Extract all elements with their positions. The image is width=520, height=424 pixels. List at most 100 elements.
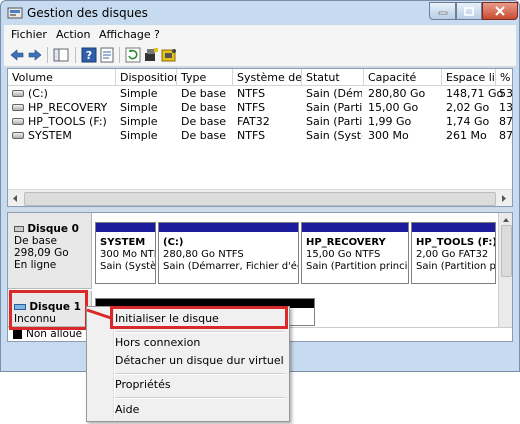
volume-capacity: 15,00 Go <box>368 101 419 114</box>
volume-filesystem: NTFS <box>237 129 266 142</box>
menu-item-properties[interactable]: Propriétés <box>115 378 171 391</box>
volume-free-space: 2,02 Go <box>446 101 490 114</box>
menu-affichage[interactable]: Affichage <box>99 28 151 41</box>
menu-separator <box>115 331 285 333</box>
partition-size: 15,00 Go NTFS <box>306 249 381 260</box>
partition-hp-recovery[interactable]: HP_RECOVERY 15,00 Go NTFS Sain (Partitio… <box>301 222 409 284</box>
volume-filesystem: NTFS <box>237 87 266 100</box>
maximize-icon <box>464 6 474 16</box>
partition-name: (C:) <box>163 237 184 248</box>
volume-filesystem: NTFS <box>237 101 266 114</box>
partition-bar <box>412 223 495 232</box>
volume-name: HP_RECOVERY <box>28 101 108 114</box>
rescan-disks-icon[interactable] <box>143 47 159 63</box>
initialize-highlight-box <box>110 306 288 329</box>
volume-layout: Simple <box>120 115 158 128</box>
toolbar-separator <box>47 47 48 63</box>
volume-percent-free: 13 <box>499 101 513 114</box>
volume-type: De base <box>181 129 226 142</box>
partition-size: 280,80 Go NTFS <box>163 249 244 260</box>
volume-status: Sain (Dém... <box>306 87 362 100</box>
menu-item-help[interactable]: Aide <box>115 403 139 416</box>
partition-system[interactable]: SYSTEM 300 Mo NTF Sain (Systè <box>95 222 156 284</box>
partition-size: 300 Mo NTF <box>100 249 156 260</box>
volume-status: Sain (Parti... <box>306 101 362 114</box>
menu-item-detach-vhd[interactable]: Détacher un disque dur virtuel <box>115 354 284 367</box>
column-header-type[interactable]: Type <box>177 69 233 86</box>
forward-arrow-icon[interactable] <box>27 47 43 63</box>
partition-bar <box>159 223 298 232</box>
volume-icon <box>12 104 24 111</box>
close-button[interactable] <box>482 2 518 20</box>
volume-status: Sain (Systè... <box>306 129 362 142</box>
partition-status: Sain (Systè <box>100 261 156 272</box>
minimize-icon <box>438 11 447 15</box>
menu-item-offline[interactable]: Hors connexion <box>115 336 200 349</box>
scroll-left-icon[interactable] <box>11 194 19 203</box>
volume-list: Volume Disposition Type Système de ... S… <box>7 68 513 207</box>
scroll-up-icon[interactable] <box>502 216 510 223</box>
toolbar: ? <box>4 44 516 67</box>
volume-icon <box>12 132 24 139</box>
volume-name: SYSTEM <box>28 129 72 142</box>
scroll-thumb[interactable] <box>24 192 496 206</box>
menu-action[interactable]: Action <box>56 28 90 41</box>
window-title: Gestion des disques <box>27 6 148 20</box>
volume-name: HP_TOOLS (F:) <box>28 115 107 128</box>
column-header-volume[interactable]: Volume <box>8 69 116 86</box>
disk-0-type: De base <box>14 235 57 247</box>
disk-0-name: Disque 0 <box>27 223 79 235</box>
column-header-filesystem[interactable]: Système de ... <box>233 69 302 86</box>
partition-name: HP_RECOVERY <box>306 237 386 248</box>
volume-layout: Simple <box>120 101 158 114</box>
console-tree-icon[interactable] <box>53 47 69 63</box>
vertical-scrollbar[interactable] <box>498 213 512 341</box>
title-bar[interactable]: Gestion des disques <box>1 1 519 25</box>
volume-capacity: 280,80 Go <box>368 87 426 100</box>
volume-free-space: 261 Mo <box>446 129 487 142</box>
maximize-button[interactable] <box>456 2 482 20</box>
partition-status: Sain (Partition principa <box>306 261 409 272</box>
partition-status: Sain (Partition prin <box>416 261 496 272</box>
svg-text:?: ? <box>86 49 92 62</box>
volume-capacity: 1,99 Go <box>368 115 412 128</box>
horizontal-scrollbar[interactable] <box>8 189 512 206</box>
disk-0-label[interactable]: Disque 0 De base 298,09 Go En ligne <box>8 213 92 289</box>
column-header-disposition[interactable]: Disposition <box>116 69 177 86</box>
volume-status: Sain (Parti... <box>306 115 362 128</box>
disk-0-size: 298,09 Go <box>14 247 69 259</box>
column-header-free-space[interactable]: Espace li... <box>442 69 496 86</box>
toolbar-separator <box>75 47 76 63</box>
volume-percent-free: 53 <box>499 87 513 100</box>
close-icon <box>495 6 505 16</box>
column-header-status[interactable]: Statut <box>302 69 364 86</box>
partition-bar <box>302 223 408 232</box>
properties-icon[interactable] <box>99 47 115 63</box>
volume-capacity: 300 Mo <box>368 129 409 142</box>
toolbar-separator <box>119 47 120 63</box>
column-header-percent-free[interactable]: % L <box>496 69 512 86</box>
volume-layout: Simple <box>120 87 158 100</box>
refresh-icon[interactable] <box>125 47 141 63</box>
volume-free-space: 1,74 Go <box>446 115 490 128</box>
disk-management-icon <box>7 7 23 19</box>
menu-fichier[interactable]: Fichier <box>11 28 47 41</box>
partition-hp-tools[interactable]: HP_TOOLS (F:) 2,00 Go FAT32 Sain (Partit… <box>411 222 496 284</box>
volume-type: De base <box>181 115 226 128</box>
column-header-capacity[interactable]: Capacité <box>364 69 442 86</box>
volume-type: De base <box>181 87 226 100</box>
menu-separator <box>115 397 285 399</box>
volume-layout: Simple <box>120 129 158 142</box>
disk-1-highlight-box <box>9 290 88 330</box>
partition-c[interactable]: (C:) 280,80 Go NTFS Sain (Démarrer, Fich… <box>158 222 299 284</box>
help-icon[interactable]: ? <box>81 47 97 63</box>
scroll-thumb[interactable] <box>501 225 512 277</box>
menu-bar: Fichier Action Affichage ? <box>4 25 516 44</box>
minimize-button[interactable] <box>429 2 456 20</box>
scroll-right-icon[interactable] <box>500 194 508 203</box>
volume-percent-free: 87 <box>499 129 513 142</box>
back-arrow-icon[interactable] <box>9 47 25 63</box>
menu-help[interactable]: ? <box>154 28 160 41</box>
disk-settings-icon[interactable] <box>161 47 177 63</box>
volume-name: (C:) <box>28 87 48 100</box>
